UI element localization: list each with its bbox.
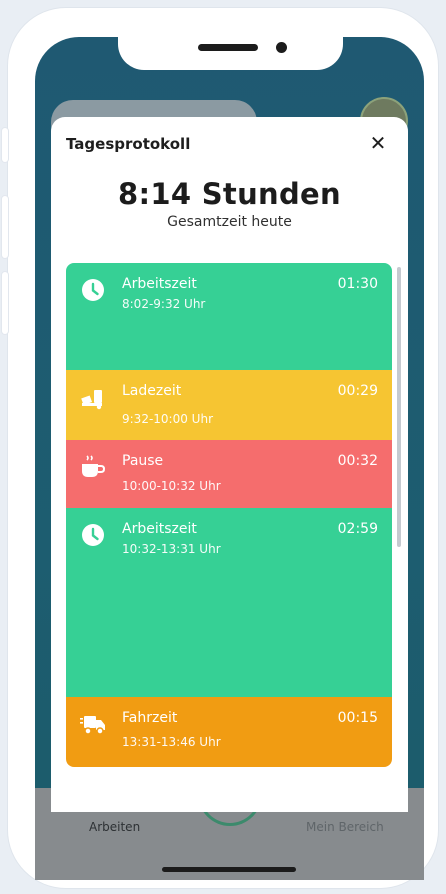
log-entry-work[interactable]: Arbeitszeit 8:02-9:32 Uhr 01:30: [66, 263, 392, 370]
total-caption: Gesamtzeit heute: [167, 214, 292, 230]
log-entry-driving[interactable]: Fahrzeit 13:31-13:46 Uhr 00:15: [66, 697, 392, 767]
total-time: 8:14 Stunden: [118, 177, 341, 211]
notch: [118, 30, 343, 70]
entry-range: 9:32-10:00 Uhr: [122, 412, 213, 426]
close-icon[interactable]: ✕: [368, 133, 388, 153]
scrollbar[interactable]: [397, 267, 401, 547]
log-entry-loading[interactable]: Ladezeit 9:32-10:00 Uhr 00:29: [66, 370, 392, 440]
camera: [276, 42, 287, 53]
daily-log-modal: Tagesprotokoll ✕ 8:14 Stunden Gesamtzeit…: [51, 117, 408, 812]
loading-icon: [81, 390, 102, 410]
entry-label: Fahrzeit: [122, 710, 178, 726]
coffee-icon: [82, 455, 106, 477]
entry-range: 13:31-13:46 Uhr: [122, 735, 221, 749]
log-entry-work[interactable]: Arbeitszeit 10:32-13:31 Uhr 02:59: [66, 508, 392, 697]
entry-duration: 00:32: [337, 453, 378, 469]
entry-label: Pause: [122, 453, 164, 469]
modal-title: Tagesprotokoll: [66, 135, 191, 153]
clock-icon: [82, 279, 104, 301]
entry-duration: 00:15: [337, 710, 378, 726]
speaker: [198, 44, 258, 51]
side-button: [2, 272, 8, 334]
entry-duration: 02:59: [337, 521, 378, 537]
side-button: [2, 196, 8, 258]
clock-icon: [82, 524, 104, 546]
entry-label: Arbeitszeit: [122, 521, 197, 537]
entry-range: 10:32-13:31 Uhr: [122, 542, 221, 556]
log-entry-break[interactable]: Pause 10:00-10:32 Uhr 00:32: [66, 440, 392, 508]
tab-arbeiten[interactable]: Arbeiten: [89, 820, 140, 834]
entry-range: 10:00-10:32 Uhr: [122, 479, 221, 493]
time-log-list: Arbeitszeit 8:02-9:32 Uhr 01:30 Ladezeit…: [66, 263, 392, 767]
entry-duration: 01:30: [337, 276, 378, 292]
entry-duration: 00:29: [337, 383, 378, 399]
side-button: [2, 128, 8, 162]
tab-mein-bereich[interactable]: Mein Bereich: [306, 820, 384, 834]
home-indicator: [162, 867, 296, 872]
entry-label: Ladezeit: [122, 383, 182, 399]
entry-label: Arbeitszeit: [122, 276, 197, 292]
truck-icon: [80, 716, 105, 735]
entry-range: 8:02-9:32 Uhr: [122, 297, 206, 311]
